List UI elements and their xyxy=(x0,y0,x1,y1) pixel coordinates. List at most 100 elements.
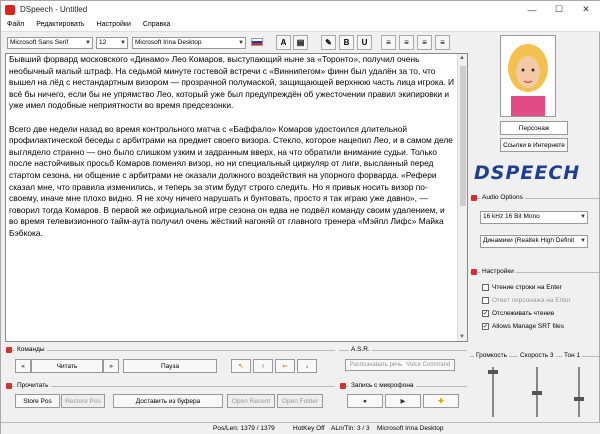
menu-edit[interactable]: Редактировать xyxy=(36,21,84,28)
right-panel: Персонаж Ссылки в Интернете DSPEECH Audi… xyxy=(470,32,600,434)
editor-text[interactable]: Бывший форвард московского «Динамо» Лео … xyxy=(6,54,467,240)
play-icon[interactable]: ▶ xyxy=(385,394,421,408)
read-button[interactable]: Читать xyxy=(31,359,103,373)
audio-device-select[interactable]: Динамики (Realtek High Definit ▼ xyxy=(480,235,588,248)
window-title: DSpeech - Untitled xyxy=(20,5,88,14)
chk-label: Чтение строки на Enter xyxy=(492,284,562,291)
voice-command-button[interactable]: Voice Command xyxy=(406,362,450,368)
volume-slider[interactable] xyxy=(488,367,498,417)
arrow-down-icon[interactable]: ↓ xyxy=(297,359,317,373)
settings-title: Настройки xyxy=(480,268,516,275)
arrow-left-icon[interactable]: ⇐ xyxy=(275,359,295,373)
menu-settings[interactable]: Настройки xyxy=(97,21,131,28)
add-icon[interactable]: ✚ xyxy=(423,394,459,408)
text-editor[interactable]: Бывший форвард московского «Динамо» Лео … xyxy=(5,53,468,342)
arrow-upleft-icon[interactable]: ↖ xyxy=(231,359,251,373)
title-bar: DSpeech - Untitled — ☐ ✕ xyxy=(1,1,600,18)
editor-scrollbar[interactable]: ▲ ▼ xyxy=(457,54,467,341)
settings-icon xyxy=(471,195,477,201)
scroll-thumb[interactable] xyxy=(460,66,466,206)
speed-slider[interactable] xyxy=(532,367,542,417)
dspeech-logo: DSPEECH xyxy=(474,162,581,184)
links-button[interactable]: Ссылки в Интернете xyxy=(500,138,568,152)
align-center-icon[interactable]: ≡ xyxy=(399,35,414,50)
mic-icon xyxy=(340,383,346,389)
language-flag-icon[interactable] xyxy=(251,38,263,46)
pen-icon[interactable]: ✎ xyxy=(321,35,336,50)
checkbox-checked[interactable]: ✓ xyxy=(482,323,489,330)
read-icon xyxy=(6,383,12,389)
status-pos: Pos/Len: 1379 / 1379 xyxy=(213,425,275,432)
open-recent-button[interactable]: Open Recent xyxy=(227,394,275,408)
font-select-value: Microsoft Sans Serif xyxy=(10,39,69,46)
status-bar: Pos/Len: 1379 / 1379 HotKey Off ALn/Tln:… xyxy=(1,422,600,434)
chevron-down-icon: ▼ xyxy=(580,238,586,244)
audio-format-select[interactable]: 16 kHz 16 Bit Mono ▼ xyxy=(480,211,588,224)
pitch-slider[interactable] xyxy=(574,367,584,417)
speed-label: Скорость 3 xyxy=(518,352,556,359)
asr-group: A.S.R. xyxy=(339,346,467,353)
prev-button[interactable]: « xyxy=(15,359,31,373)
status-aln: ALn/Tln: 3 / 3 xyxy=(331,425,370,432)
align-right-icon[interactable]: ≡ xyxy=(417,35,432,50)
align-justify-icon[interactable]: ≡ xyxy=(435,35,450,50)
size-select[interactable]: 12 ▼ xyxy=(96,37,128,49)
dspeech-window: DSpeech - Untitled — ☐ ✕ Файл Редактиров… xyxy=(0,0,600,434)
mic-group: Запись с микрофона xyxy=(339,382,467,389)
font-dialog-icon[interactable]: A xyxy=(276,35,291,50)
audio-device-value: Динамики (Realtek High Definit xyxy=(483,237,575,244)
menu-bar: Файл Редактировать Настройки Справка xyxy=(1,18,600,32)
chk-label: Отслеживать чтение xyxy=(492,310,555,317)
checkbox[interactable] xyxy=(482,297,489,304)
chevron-down-icon: ▼ xyxy=(238,40,244,46)
arrow-up-icon[interactable]: ↑ xyxy=(253,359,273,373)
audio-options-group: Audio Options xyxy=(470,194,599,201)
chk-persona-answer[interactable]: Ответ персонажа на Enter xyxy=(482,297,571,304)
read-title: Прочитать xyxy=(15,382,51,389)
store-pos-button[interactable]: Store Pos xyxy=(15,394,60,408)
scroll-down-icon[interactable]: ▼ xyxy=(459,334,465,340)
persona-button[interactable]: Персонаж xyxy=(500,121,568,135)
next-button[interactable]: » xyxy=(103,359,119,373)
color-icon[interactable]: ▤ xyxy=(293,35,308,50)
chevron-down-icon: ▼ xyxy=(85,40,91,46)
chk-srt-files[interactable]: ✓ Allows Manage SRT files xyxy=(482,323,564,330)
maximize-button[interactable]: ☐ xyxy=(546,1,572,18)
status-voice: Microsoft Irina Desktop xyxy=(377,425,444,432)
pause-button[interactable]: Пауза xyxy=(123,359,217,373)
minimize-button[interactable]: — xyxy=(519,1,545,18)
checkbox-checked[interactable]: ✓ xyxy=(482,310,489,317)
underline-button[interactable]: U xyxy=(357,35,372,50)
chk-label: Ответ персонажа на Enter xyxy=(492,297,571,304)
align-left-icon[interactable]: ≡ xyxy=(381,35,396,50)
volume-label: Громкость xyxy=(474,352,509,359)
open-folder-button[interactable]: Open Folder xyxy=(277,394,323,408)
slider-knob[interactable] xyxy=(488,370,498,374)
mic-title: Запись с микрофона xyxy=(349,382,416,389)
app-icon xyxy=(5,4,15,15)
checkbox[interactable] xyxy=(482,284,489,291)
settings-group: Настройки xyxy=(470,268,599,275)
chevron-down-icon: ▼ xyxy=(580,214,586,220)
bold-button[interactable]: B xyxy=(339,35,354,50)
record-icon[interactable]: ● xyxy=(347,394,383,408)
asr-button-bar: Распознавать речь Voice Command xyxy=(345,359,455,371)
scroll-up-icon[interactable]: ▲ xyxy=(459,55,465,61)
menu-help[interactable]: Справка xyxy=(143,21,170,28)
audio-format-value: 16 kHz 16 Bit Mono xyxy=(483,213,540,220)
pitch-label: Тон 1 xyxy=(562,352,583,359)
chk-read-line-enter[interactable]: Чтение строки на Enter xyxy=(482,284,562,291)
from-buffer-button[interactable]: Доставить из буфера xyxy=(113,394,223,408)
voice-select[interactable]: Microsoft Irina Desktop ▼ xyxy=(132,37,246,49)
restore-pos-button[interactable]: Restore Pos xyxy=(61,394,105,408)
chevron-down-icon: ▼ xyxy=(120,40,126,46)
slider-knob[interactable] xyxy=(574,397,584,401)
font-select[interactable]: Microsoft Sans Serif ▼ xyxy=(7,37,93,49)
menu-file[interactable]: Файл xyxy=(7,21,24,28)
read-group: Прочитать xyxy=(5,382,335,389)
chk-track-reading[interactable]: ✓ Отслеживать чтение xyxy=(482,310,554,317)
recognize-button[interactable]: Распознавать речь xyxy=(350,362,403,368)
slider-knob[interactable] xyxy=(532,391,542,395)
status-hotkey: HotKey Off xyxy=(293,425,325,432)
close-button[interactable]: ✕ xyxy=(573,1,599,18)
